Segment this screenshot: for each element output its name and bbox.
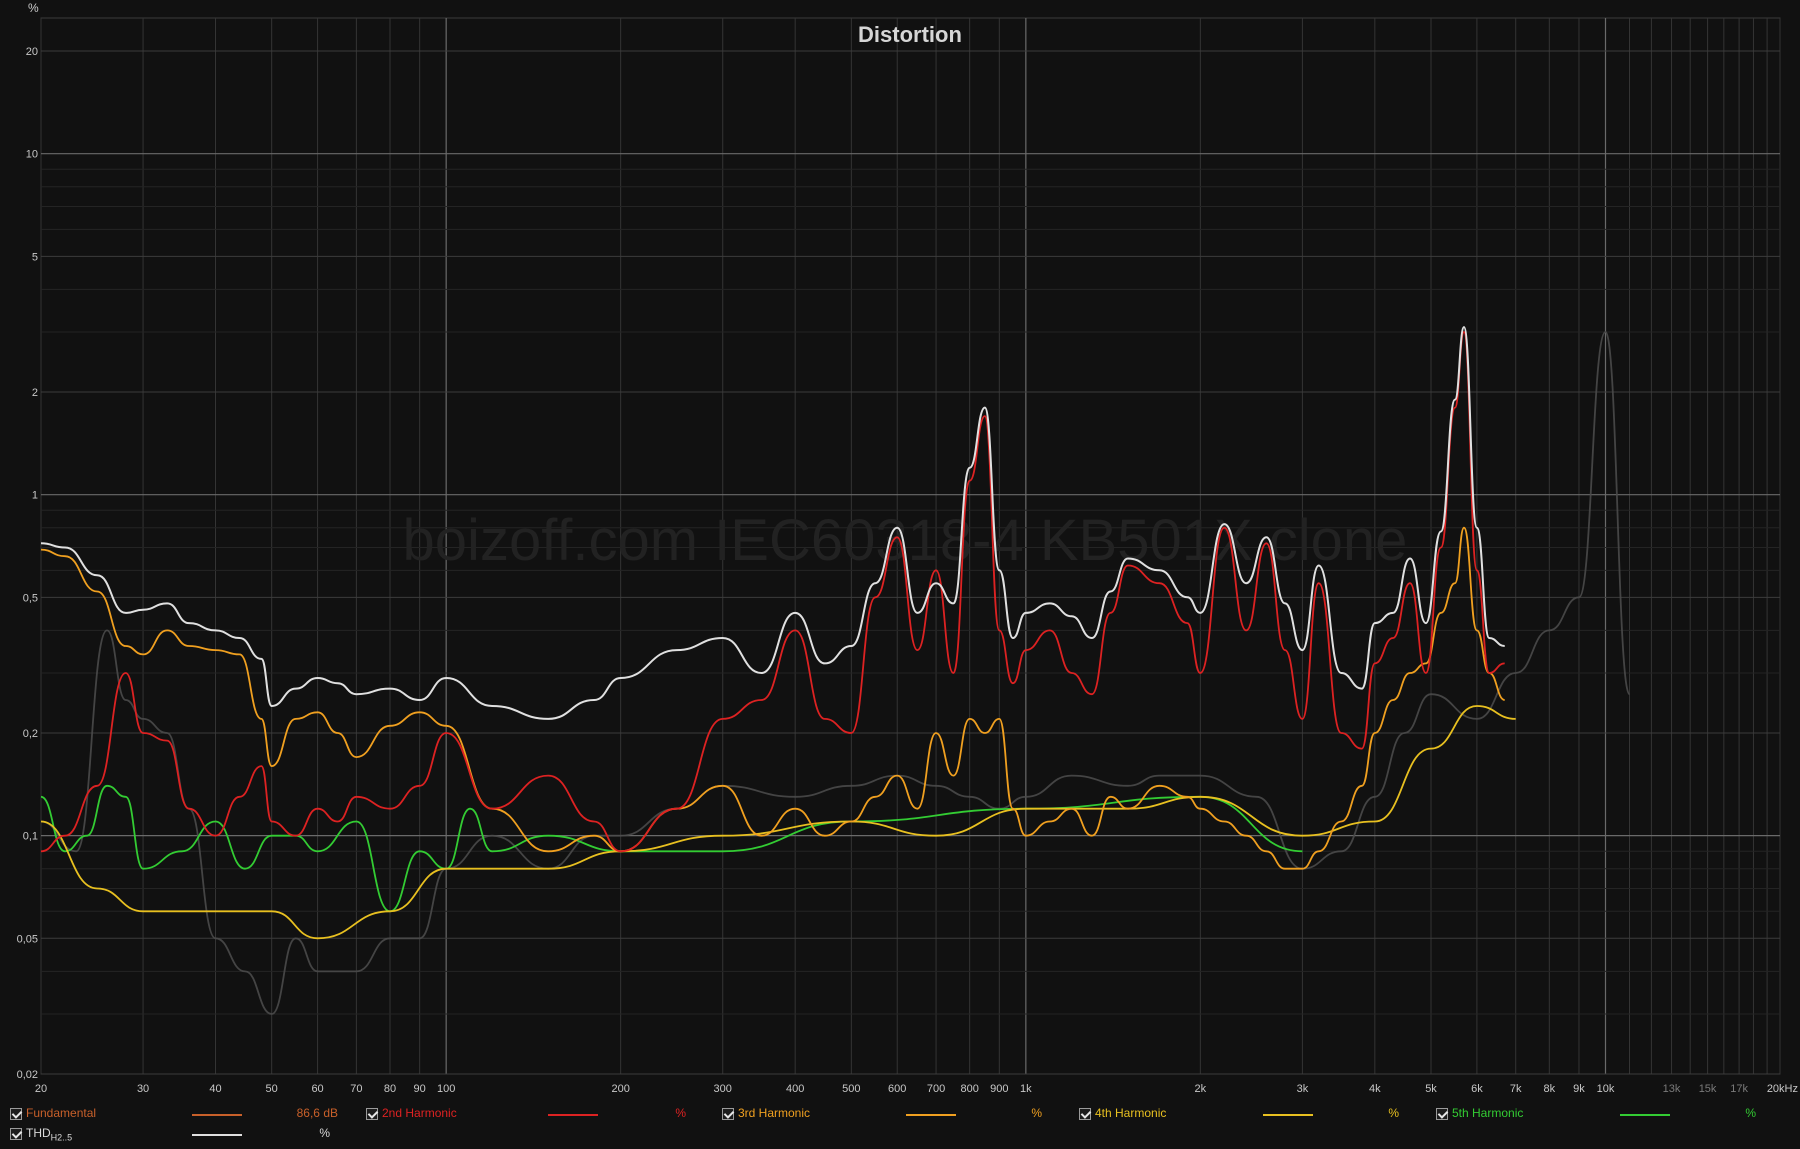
legend-swatch <box>192 1134 242 1136</box>
legend-swatch <box>906 1114 956 1116</box>
x-tick-label: 9k <box>1573 1083 1585 1095</box>
legend-row-1: Fundamental 86,6 dB 2nd Harmonic % 3rd H… <box>0 1104 1800 1126</box>
x-tick-label: 500 <box>842 1083 860 1095</box>
legend-swatch <box>1263 1114 1313 1116</box>
legend-value: % <box>1745 1106 1756 1120</box>
series-line-2nd-harmonic <box>40 331 1505 853</box>
checkbox-3rd-harmonic[interactable] <box>722 1108 734 1120</box>
x-tick-label: 17k <box>1730 1083 1748 1095</box>
x-tick-label: 100 <box>437 1083 455 1095</box>
x-tick-label: 30 <box>137 1083 149 1095</box>
x-tick-label: 1k <box>1020 1083 1032 1095</box>
y-tick-label: 1 <box>32 490 38 502</box>
legend-value: % <box>675 1106 686 1120</box>
x-tick-label: 10k <box>1597 1083 1615 1095</box>
checkbox-4th-harmonic[interactable] <box>1079 1108 1091 1120</box>
legend-value: % <box>319 1126 330 1140</box>
x-tick-label: 600 <box>888 1083 906 1095</box>
x-tick-label: 7k <box>1510 1083 1522 1095</box>
x-tick-label: 80 <box>384 1083 396 1095</box>
checkbox-thd[interactable] <box>10 1128 22 1140</box>
legend-value: % <box>1388 1106 1399 1120</box>
x-tick-label: 2k <box>1195 1083 1207 1095</box>
series-line-3rd-harmonic <box>40 526 1506 870</box>
y-tick-label: 0,2 <box>23 728 38 740</box>
x-tick-label: 800 <box>960 1083 978 1095</box>
legend-swatch <box>192 1114 242 1116</box>
y-tick-label: 20 <box>26 46 38 58</box>
x-tick-label: 20 <box>35 1083 47 1095</box>
checkbox-2nd-harmonic[interactable] <box>366 1108 378 1120</box>
x-tick-label: 90 <box>414 1083 426 1095</box>
legend-label: 3rd Harmonic <box>738 1106 811 1120</box>
x-tick-label: 5k <box>1425 1083 1437 1095</box>
x-tick-label: 700 <box>927 1083 945 1095</box>
legend-swatch <box>1620 1114 1670 1116</box>
y-tick-label: 0,05 <box>17 933 38 945</box>
legend-label: 5th Harmonic <box>1452 1106 1524 1120</box>
thd-subscript: H2..5 <box>50 1132 73 1143</box>
x-tick-label: 200 <box>611 1083 629 1095</box>
x-tick-label: 4k <box>1369 1083 1381 1095</box>
legend-row-2: THDH2..5 % <box>0 1124 1800 1146</box>
legend: Fundamental 86,6 dB 2nd Harmonic % 3rd H… <box>0 1100 1800 1149</box>
series-line-5th-harmonic <box>40 784 1303 913</box>
y-tick-label: 5 <box>32 251 38 263</box>
x-tick-label: 3k <box>1297 1083 1309 1095</box>
x-tick-label: 15k <box>1699 1083 1717 1095</box>
x-tick-label: 300 <box>714 1083 732 1095</box>
chart-title: Distortion <box>858 22 962 47</box>
legend-label: 4th Harmonic <box>1095 1106 1167 1120</box>
x-tick-label: 70 <box>350 1083 362 1095</box>
y-tick-label: 0,1 <box>23 831 38 843</box>
x-tick-label: 60 <box>311 1083 323 1095</box>
thd-label: THD <box>26 1126 51 1140</box>
legend-value: 86,6 dB <box>296 1106 338 1120</box>
y-axis-unit: % <box>28 1 39 15</box>
checkbox-5th-harmonic[interactable] <box>1436 1108 1448 1120</box>
x-tick-label: 8k <box>1544 1083 1556 1095</box>
x-tick-label: 13k <box>1663 1083 1681 1095</box>
legend-label: Fundamental <box>26 1106 97 1120</box>
x-tick-label: 6k <box>1471 1083 1483 1095</box>
y-tick-label: 10 <box>26 149 38 161</box>
y-tick-label: 2 <box>32 387 38 399</box>
legend-label: 2nd Harmonic <box>382 1106 457 1120</box>
legend-label: THDH2..5 <box>26 1126 72 1142</box>
x-tick-label: 900 <box>990 1083 1008 1095</box>
y-tick-label: 0,5 <box>23 592 38 604</box>
x-tick-label: 40 <box>209 1083 221 1095</box>
legend-swatch <box>548 1114 598 1116</box>
x-tick-label: 20kHz <box>1767 1083 1798 1095</box>
legend-value: % <box>1031 1106 1042 1120</box>
y-tick-label: 0,02 <box>17 1069 38 1081</box>
checkbox-fundamental[interactable] <box>10 1108 22 1120</box>
x-tick-label: 400 <box>786 1083 804 1095</box>
distortion-chart: boizoff.com IEC60318-4 KB501X clone 2010… <box>17 1 1798 1095</box>
x-tick-label: 50 <box>266 1083 278 1095</box>
